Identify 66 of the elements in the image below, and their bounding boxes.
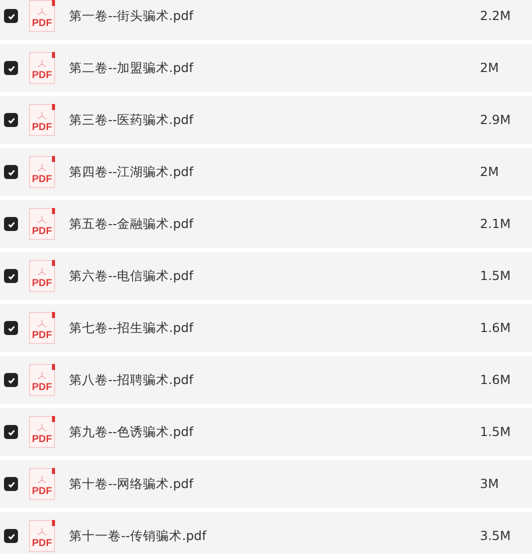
file-name: 第一卷--街头骗术.pdf xyxy=(69,6,194,25)
file-size: 2M xyxy=(480,162,500,181)
pdf-file-icon: PDF xyxy=(29,156,55,188)
file-size: 3M xyxy=(480,474,500,493)
check-icon xyxy=(6,168,16,176)
check-icon xyxy=(6,428,16,436)
check-icon xyxy=(6,376,16,384)
file-row[interactable]: PDF 第三卷--医药骗术.pdf 2.9M xyxy=(0,96,532,144)
checkbox[interactable] xyxy=(4,321,18,335)
pdf-file-icon: PDF xyxy=(29,312,55,344)
file-size: 1.5M xyxy=(480,422,512,441)
check-icon xyxy=(6,532,16,540)
file-row[interactable]: PDF 第八卷--招聘骗术.pdf 1.6M xyxy=(0,356,532,404)
checkbox[interactable] xyxy=(4,477,18,491)
check-icon xyxy=(6,220,16,228)
checkbox[interactable] xyxy=(4,9,18,23)
file-name: 第六卷--电信骗术.pdf xyxy=(69,266,194,285)
check-icon xyxy=(6,272,16,280)
pdf-file-icon: PDF xyxy=(29,364,55,396)
file-name: 第十卷--网络骗术.pdf xyxy=(69,474,194,493)
pdf-file-icon: PDF xyxy=(29,52,55,84)
checkbox[interactable] xyxy=(4,269,18,283)
file-row[interactable]: PDF 第六卷--电信骗术.pdf 1.5M xyxy=(0,252,532,300)
file-size: 1.5M xyxy=(480,266,512,285)
pdf-file-icon: PDF xyxy=(29,520,55,552)
file-name: 第四卷--江湖骗术.pdf xyxy=(69,162,194,181)
file-row[interactable]: PDF 第十一卷--传销骗术.pdf 3.5M xyxy=(0,512,532,554)
file-row[interactable]: PDF 第七卷--招生骗术.pdf 1.6M xyxy=(0,304,532,352)
file-name: 第七卷--招生骗术.pdf xyxy=(69,318,194,337)
pdf-file-icon: PDF xyxy=(29,208,55,240)
file-row[interactable]: PDF 第一卷--街头骗术.pdf 2.2M xyxy=(0,0,532,40)
file-name: 第五卷--金融骗术.pdf xyxy=(69,214,194,233)
file-size: 1.6M xyxy=(480,370,512,389)
pdf-file-icon: PDF xyxy=(29,468,55,500)
file-size: 3.5M xyxy=(480,526,512,545)
file-row[interactable]: PDF 第五卷--金融骗术.pdf 2.1M xyxy=(0,200,532,248)
pdf-file-icon: PDF xyxy=(29,104,55,136)
file-size: 2.1M xyxy=(480,214,512,233)
file-name: 第八卷--招聘骗术.pdf xyxy=(69,370,194,389)
checkbox[interactable] xyxy=(4,217,18,231)
check-icon xyxy=(6,64,16,72)
file-name: 第三卷--医药骗术.pdf xyxy=(69,110,194,129)
file-row[interactable]: PDF 第四卷--江湖骗术.pdf 2M xyxy=(0,148,532,196)
file-row[interactable]: PDF 第九卷--色诱骗术.pdf 1.5M xyxy=(0,408,532,456)
pdf-file-icon: PDF xyxy=(29,260,55,292)
check-icon xyxy=(6,480,16,488)
file-size: 1.6M xyxy=(480,318,512,337)
file-row[interactable]: PDF 第二卷--加盟骗术.pdf 2M xyxy=(0,44,532,92)
file-row[interactable]: PDF 第十卷--网络骗术.pdf 3M xyxy=(0,460,532,508)
checkbox[interactable] xyxy=(4,113,18,127)
file-size: 2M xyxy=(480,58,500,77)
file-name: 第二卷--加盟骗术.pdf xyxy=(69,58,194,77)
file-size: 2.9M xyxy=(480,110,512,129)
checkbox[interactable] xyxy=(4,425,18,439)
checkbox[interactable] xyxy=(4,165,18,179)
check-icon xyxy=(6,12,16,20)
checkbox[interactable] xyxy=(4,61,18,75)
file-name: 第九卷--色诱骗术.pdf xyxy=(69,422,194,441)
pdf-file-icon: PDF xyxy=(29,0,55,32)
check-icon xyxy=(6,324,16,332)
file-size: 2.2M xyxy=(480,6,512,25)
checkbox[interactable] xyxy=(4,373,18,387)
pdf-file-icon: PDF xyxy=(29,416,55,448)
check-icon xyxy=(6,116,16,124)
file-name: 第十一卷--传销骗术.pdf xyxy=(69,526,206,545)
checkbox[interactable] xyxy=(4,529,18,543)
